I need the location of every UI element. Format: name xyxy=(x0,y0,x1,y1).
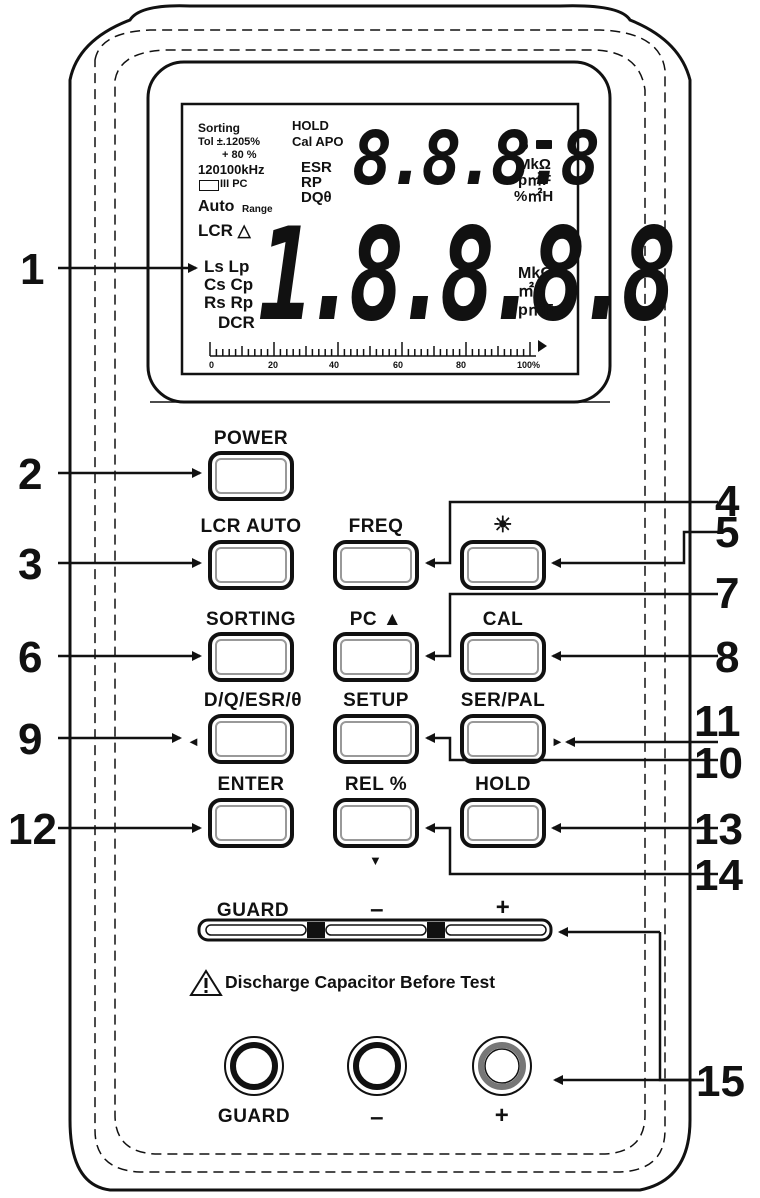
callout-number: 15 xyxy=(696,1057,745,1106)
callout-number: 6 xyxy=(18,633,43,682)
callout-number: 8 xyxy=(715,633,740,682)
callout-number: 5 xyxy=(715,508,740,557)
callout-number: 14 xyxy=(694,851,743,900)
callout-leaders xyxy=(58,263,718,1085)
callout-number: 2 xyxy=(18,450,43,499)
callout-number: 11 xyxy=(694,697,741,746)
callout-number: 10 xyxy=(694,739,743,788)
lcr-meter-diagram: Sorting Tol ±.1205% + 80 % 120100kHz III… xyxy=(0,0,760,1198)
callout-number: 3 xyxy=(18,540,43,589)
callout-number: 7 xyxy=(715,569,740,618)
callout-number: 12 xyxy=(8,805,57,854)
callout-number: 1 xyxy=(20,245,45,294)
callout-number: 9 xyxy=(18,715,43,764)
callout-number: 13 xyxy=(694,805,743,854)
